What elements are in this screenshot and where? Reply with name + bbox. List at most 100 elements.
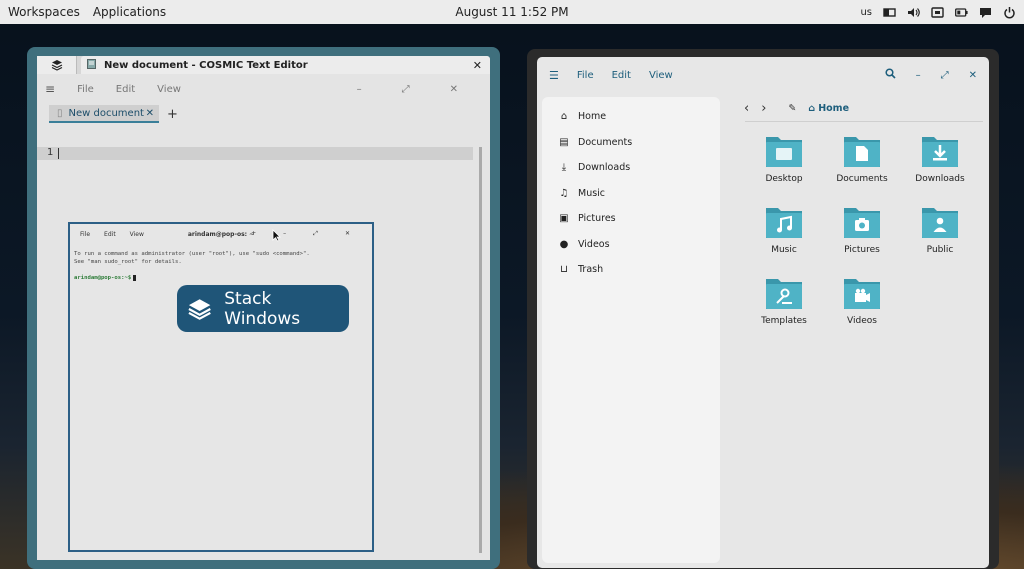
volume-icon[interactable] [907,6,920,19]
search-icon[interactable] [885,68,896,82]
folder-label: Desktop [765,174,803,184]
stack-windows-osd: Stack Windows [177,285,349,332]
close-tab-icon[interactable]: ✕ [146,108,154,119]
close-icon[interactable]: ✕ [969,70,977,81]
minimize-icon[interactable]: – [357,84,362,95]
editor-menubar: ≡ File Edit View – ⤢ ✕ [37,74,490,104]
menu-edit[interactable]: Edit [612,70,631,81]
text-caret [58,148,59,159]
mouse-pointer-icon [272,229,281,242]
close-icon[interactable]: ✕ [473,59,482,72]
maximize-icon[interactable]: ⤢ [402,84,410,95]
folder-icon [844,279,880,309]
trash-icon: ⊔ [560,264,568,276]
editor-tabs: ▯ New document ✕ + [37,104,490,124]
stack-icon[interactable] [37,56,77,74]
notifications-icon[interactable] [979,6,992,19]
top-panel: Workspaces Applications August 11 1:52 P… [0,0,1024,24]
breadcrumb[interactable]: ⌂ Home [808,103,849,114]
folder-icon [922,137,958,167]
minimize-icon[interactable]: – [283,230,286,238]
picture-icon: ▣ [559,213,569,225]
document-icon: ▤ [559,136,569,148]
folder-icon [844,208,880,238]
maximize-icon[interactable]: ⤢ [313,230,318,238]
folder-public[interactable]: Public [901,204,979,255]
file-manager-window: ☰ File Edit View – ⤢ ✕ ⌂ Home ▤ Documents … [537,57,989,568]
tab-new-document[interactable]: ▯ New document ✕ [49,105,159,123]
sidebar-toggle-icon[interactable]: ☰ [549,69,559,82]
folder-label: Videos [847,316,877,326]
edit-path-icon[interactable]: ✎ [788,103,796,114]
close-icon[interactable]: ✕ [345,230,350,238]
terminal-window[interactable]: File Edit View arindam@pop-os: ~ + – ⤢ ✕… [68,222,374,552]
maximize-icon[interactable]: ⤢ [941,70,949,81]
folder-icon [766,137,802,167]
menu-file[interactable]: File [577,70,594,81]
sidebar-item-trash[interactable]: ⊔ Trash [542,257,720,283]
text-editor-icon [87,58,96,72]
forward-icon[interactable]: › [761,101,766,116]
stack-tab-text-editor[interactable]: New document - COSMIC Text Editor ✕ [81,56,490,74]
location-bar: ‹ › ✎ ⌂ Home [744,99,849,117]
download-icon: ⤓ [561,162,567,174]
folder-music[interactable]: Music [745,204,823,255]
folder-label: Documents [836,174,888,184]
workspaces-button[interactable]: Workspaces [8,5,80,19]
folder-label: Public [926,245,954,255]
document-icon: ▯ [57,107,63,119]
divider [745,121,983,122]
new-tab-button[interactable]: + [167,107,178,122]
scrollbar[interactable] [479,147,482,553]
workspaces-icon[interactable] [883,6,896,19]
folder-icon [766,279,802,309]
folder-label: Music [771,245,797,255]
sidebar-item-home[interactable]: ⌂ Home [542,104,720,130]
menu-edit[interactable]: Edit [116,84,135,95]
battery-icon[interactable] [955,6,968,19]
sidebar: ⌂ Home ▤ Documents ⤓ Downloads ♫ Music ▣ Pict… [542,97,720,563]
file-manager-shell: ☰ File Edit View – ⤢ ✕ ⌂ Home ▤ Documents … [527,49,999,569]
tab-label: New document [68,107,144,119]
minimize-icon[interactable]: – [916,70,921,81]
menu-file[interactable]: File [77,84,94,95]
folder-desktop[interactable]: Desktop [745,133,823,184]
menu-view[interactable]: View [649,70,673,81]
folder-templates[interactable]: Templates [745,275,823,326]
folder-videos[interactable]: Videos [823,275,901,326]
current-line-highlight [37,147,473,160]
stack-tab-title: New document - COSMIC Text Editor [104,59,308,71]
back-icon[interactable]: ‹ [744,101,749,116]
applications-button[interactable]: Applications [93,5,166,19]
folder-grid: Desktop Documents Downloads Music Pictures Pu… [745,133,985,326]
terminal-line: To run a command as administrator (user … [74,251,310,257]
folder-pictures[interactable]: Pictures [823,204,901,255]
terminal-headerbar: File Edit View arindam@pop-os: ~ + – ⤢ ✕ [70,224,372,244]
sidebar-item-downloads[interactable]: ⤓ Downloads [542,155,720,181]
close-icon[interactable]: ✕ [450,84,458,95]
folder-icon [922,208,958,238]
sidebar-item-music[interactable]: ♫ Music [542,181,720,207]
music-icon: ♫ [559,187,569,199]
terminal-prompt: arindam@pop-os:~$ [74,274,368,282]
file-manager-headerbar: ☰ File Edit View – ⤢ ✕ [537,57,989,93]
terminal-line: See "man sudo_root" for details. [74,259,182,265]
folder-icon [766,208,802,238]
new-tab-icon[interactable]: + [251,230,256,238]
stack-tab-bar: New document - COSMIC Text Editor ✕ [37,56,490,74]
folder-documents[interactable]: Documents [823,133,901,184]
stack-icon [188,298,211,320]
hamburger-icon[interactable]: ≡ [45,82,55,96]
menu-view[interactable]: View [157,84,181,95]
folder-icon [844,137,880,167]
keyboard-layout[interactable]: us [860,7,872,18]
sidebar-item-videos[interactable]: ● Videos [542,232,720,258]
terminal-output[interactable]: To run a command as administrator (user … [70,244,372,288]
folder-downloads[interactable]: Downloads [901,133,979,184]
power-icon[interactable] [1003,6,1016,19]
line-number: 1 [47,147,54,158]
sidebar-item-pictures[interactable]: ▣ Pictures [542,206,720,232]
sidebar-item-documents[interactable]: ▤ Documents [542,130,720,156]
home-icon: ⌂ [560,111,568,123]
network-icon[interactable] [931,6,944,19]
